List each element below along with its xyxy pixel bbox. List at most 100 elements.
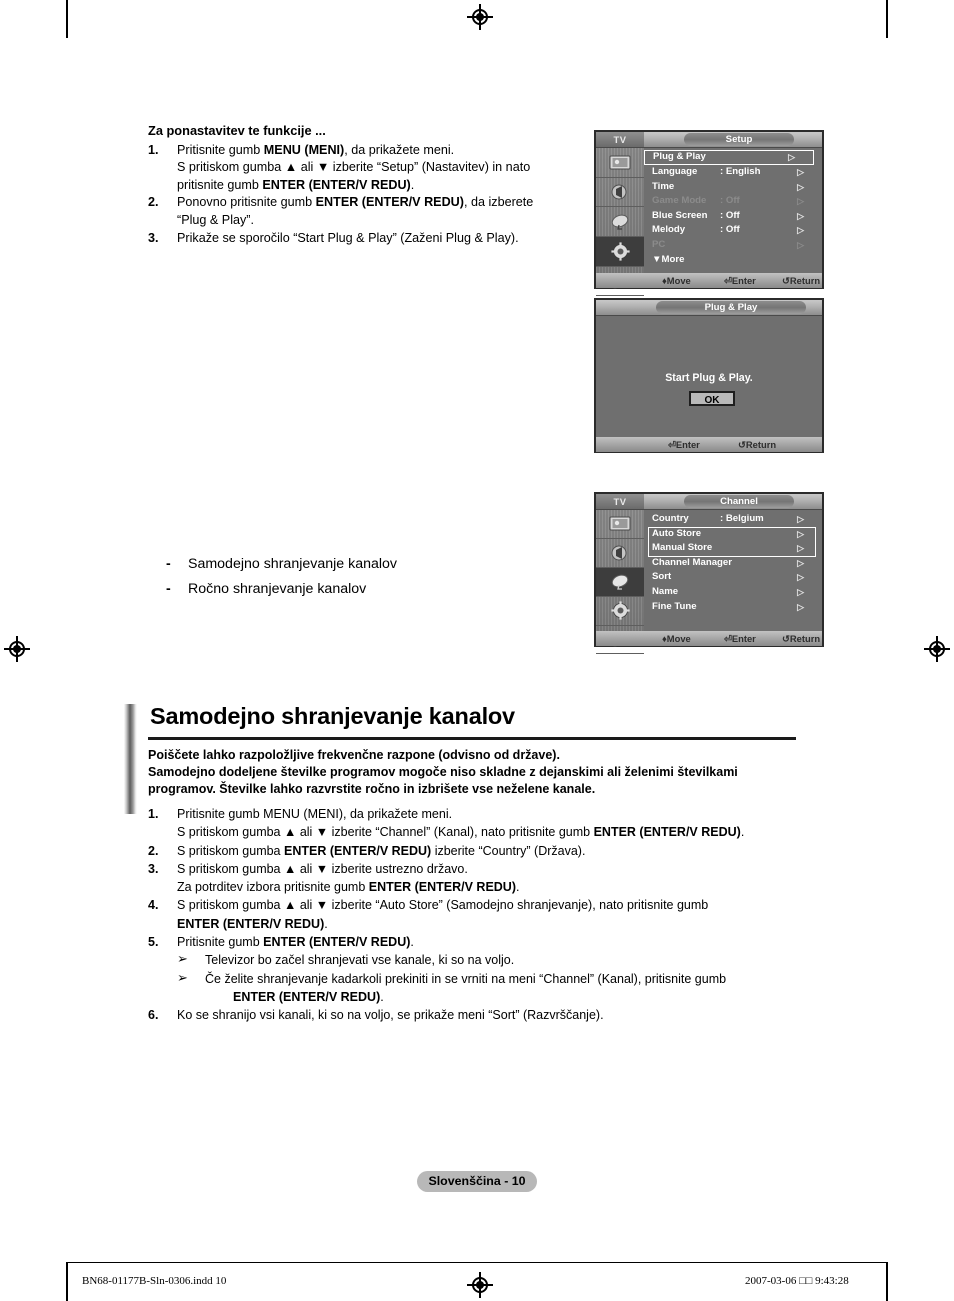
channel-icon[interactable] <box>596 567 644 597</box>
instruction-step: 1. Pritisnite gumb MENU (MENI), da prikaž… <box>148 142 578 195</box>
body-text: izberite “Country” (Država). <box>431 843 586 858</box>
osd-item-label: Manual Store <box>652 542 713 554</box>
chevron-right-icon: ▷ <box>797 557 804 568</box>
osd-plug-and-play-dialog[interactable]: Plug & Play Start Plug & Play. OK ⏎ Ente… <box>594 298 824 453</box>
body-text: pritisnite gumb <box>177 177 263 192</box>
emphasis-text: ENTER (ENTER/V REDU) <box>315 195 464 210</box>
osd-menu-item[interactable]: Channel Manager ▷ <box>644 556 822 571</box>
text-line: Televizor bo začel shranjevati vse kanal… <box>205 951 848 969</box>
sound-icon[interactable] <box>596 178 644 208</box>
osd-menu-item[interactable]: Country: Belgium ▷ <box>644 512 822 527</box>
osd-menu-item[interactable]: PC ▷ <box>644 238 822 253</box>
osd-setup-menu[interactable]: TV Setup Plug & Play ▷ Language: English ▷ T… <box>594 130 824 297</box>
osd-pnp-statusbar: ⏎ Enter ↺ Return <box>596 437 822 452</box>
osd-channel-menu[interactable]: TV Channel Country: Belgium ▷ Auto Store ▷ M… <box>594 492 824 655</box>
osd-item-value: : Off <box>720 209 740 221</box>
osd-category-rail[interactable] <box>596 510 644 655</box>
reset-instructions-list: 1. Pritisnite gumb MENU (MENI), da prikaž… <box>148 142 578 248</box>
osd-pnp-title: Plug & Play <box>656 301 806 314</box>
osd-item-label: Sort <box>652 571 672 583</box>
osd-menu-item[interactable]: Language: English ▷ <box>644 165 822 180</box>
osd-setup-statusbar: ♦ Move ⏎ Enter ↺ Return <box>596 273 822 288</box>
auto-store-steps-block: 1. Pritisnite gumb MENU (MENI), da prikaž… <box>148 805 848 1025</box>
note-arrow-icon: ➢ <box>177 951 188 967</box>
osd-source-label: TV <box>596 494 644 509</box>
osd-menu-item[interactable]: Auto Store ▷ <box>644 527 822 542</box>
osd-item-label: Blue Screen <box>652 209 708 221</box>
step-number: 2. <box>148 195 159 210</box>
footer-timestamp: 2007-03-06 □□ 9:43:28 <box>745 1275 849 1287</box>
picture-icon[interactable] <box>596 148 644 178</box>
page-number-badge: Slovenščina - 10 <box>417 1171 537 1192</box>
osd-setup-title: Setup <box>684 133 794 146</box>
emphasis-text: MENU (MENI) <box>263 142 345 157</box>
note-arrow-icon: ➢ <box>177 969 188 985</box>
setup-icon[interactable] <box>596 597 644 626</box>
dash-bullet-icon: - <box>166 556 171 572</box>
osd-pnp-titlebar: Plug & Play <box>596 300 822 316</box>
setup-icon[interactable] <box>596 237 644 267</box>
osd-more-indicator[interactable]: ▼More <box>644 253 822 268</box>
registration-mark-icon <box>4 636 30 662</box>
emphasis-text: ENTER (ENTER/V REDU) <box>233 989 381 1004</box>
body-text: S pritiskom gumba ▲ ali ▼ izberite “Chan… <box>177 825 594 840</box>
text-line: “Plug & Play”. <box>177 212 578 230</box>
osd-return-hint: ↺ Return <box>782 633 821 644</box>
chevron-right-icon: ▷ <box>797 572 804 583</box>
osd-menu-item[interactable]: Melody: Off ▷ <box>644 223 822 238</box>
text-line: Ponovno pritisnite gumb ENTER (ENTER/V R… <box>177 194 578 212</box>
text-line: S pritiskom gumba ▲ ali ▼ izberite ustre… <box>177 860 848 878</box>
osd-menu-item[interactable]: Plug & Play ▷ <box>644 150 814 165</box>
section-intro: Poiščete lahko razpoložljive frekvenčne … <box>148 747 848 799</box>
note-item: ➢ Če želite shranjevanje kadarkoli prekin… <box>177 970 848 1007</box>
emphasis-text: ENTER (ENTER/V REDU) <box>263 935 411 950</box>
chevron-right-icon: ▷ <box>797 601 804 612</box>
step-number: 1. <box>148 142 159 157</box>
osd-menu-item[interactable]: Name ▷ <box>644 585 822 600</box>
note-list: ➢ Televizor bo začel shranjevati vse kana… <box>177 951 848 1006</box>
osd-menu-item[interactable]: Time ▷ <box>644 180 822 195</box>
osd-item-label: Melody <box>652 224 686 236</box>
osd-return-hint: ↺ Return <box>782 275 821 286</box>
chevron-right-icon: ▷ <box>797 210 804 221</box>
chevron-right-icon: ▷ <box>797 196 804 207</box>
chevron-right-icon: ▷ <box>797 543 804 554</box>
chevron-right-icon: ▷ <box>797 167 804 177</box>
body-text: . <box>324 916 328 931</box>
osd-menu-item[interactable]: Game Mode: Off ▷ <box>644 194 822 209</box>
body-text: “Plug & Play”. <box>177 212 254 227</box>
registration-mark-icon <box>467 1272 493 1298</box>
text-line: Prikaže se sporočilo “Start Plug & Play”… <box>177 230 578 248</box>
osd-category-rail[interactable] <box>596 148 644 297</box>
list-item: - Ročno shranjevanje kanalov <box>166 577 397 602</box>
osd-channel-rows[interactable]: Country: Belgium ▷ Auto Store ▷ Manual Store… <box>644 510 822 614</box>
osd-item-label: Fine Tune <box>652 600 697 612</box>
osd-menu-item[interactable]: Fine Tune ▷ <box>644 600 822 615</box>
osd-enter-hint: ⏎ Enter <box>724 633 756 644</box>
channel-icon[interactable] <box>596 207 644 238</box>
osd-pnp-ok-button[interactable]: OK <box>689 391 735 406</box>
body-text: Pritisnite gumb MENU (MENI), da prikažet… <box>177 807 453 821</box>
osd-menu-item[interactable]: Sort ▷ <box>644 570 822 585</box>
crop-mark-bottom-left <box>66 1262 68 1301</box>
osd-pnp-content: Start Plug & Play. OK <box>596 316 822 437</box>
osd-enter-hint: ⏎ Enter <box>724 275 756 286</box>
text-line: pritisnite gumb ENTER (ENTER/V REDU). <box>177 177 578 195</box>
step-number: 3. <box>148 861 159 876</box>
emphasis-text: ENTER (ENTER/V REDU) <box>283 843 432 858</box>
body-text: Ko se shranijo vsi kanali, ki so na volj… <box>177 1008 604 1023</box>
step-number: 6. <box>148 1008 159 1023</box>
sound-icon[interactable] <box>596 539 644 568</box>
osd-setup-rows[interactable]: Plug & Play ▷ Language: English ▷ Time ▷ Game … <box>644 148 822 267</box>
osd-item-label: Plug & Play <box>653 151 706 162</box>
body-text: , da prikažete meni. <box>344 142 455 157</box>
osd-menu-item[interactable]: Manual Store ▷ <box>644 541 822 556</box>
picture-icon[interactable] <box>596 510 644 539</box>
instruction-step: 2. Ponovno pritisnite gumb ENTER (ENTER/V… <box>148 194 578 229</box>
body-text: Če želite shranjevanje kadarkoli prekini… <box>205 971 727 986</box>
text-line: ENTER (ENTER/V REDU). <box>177 915 848 933</box>
osd-menu-item[interactable]: Blue Screen : Off ▷ <box>644 209 822 224</box>
intro-line: Poiščete lahko razpoložljive frekvenčne … <box>148 748 560 762</box>
text-line: S pritiskom gumba ENTER (ENTER/V REDU) i… <box>177 842 848 860</box>
reset-instructions-block: Za ponastavitev te funkcije ... 1. Pritis… <box>148 122 578 247</box>
